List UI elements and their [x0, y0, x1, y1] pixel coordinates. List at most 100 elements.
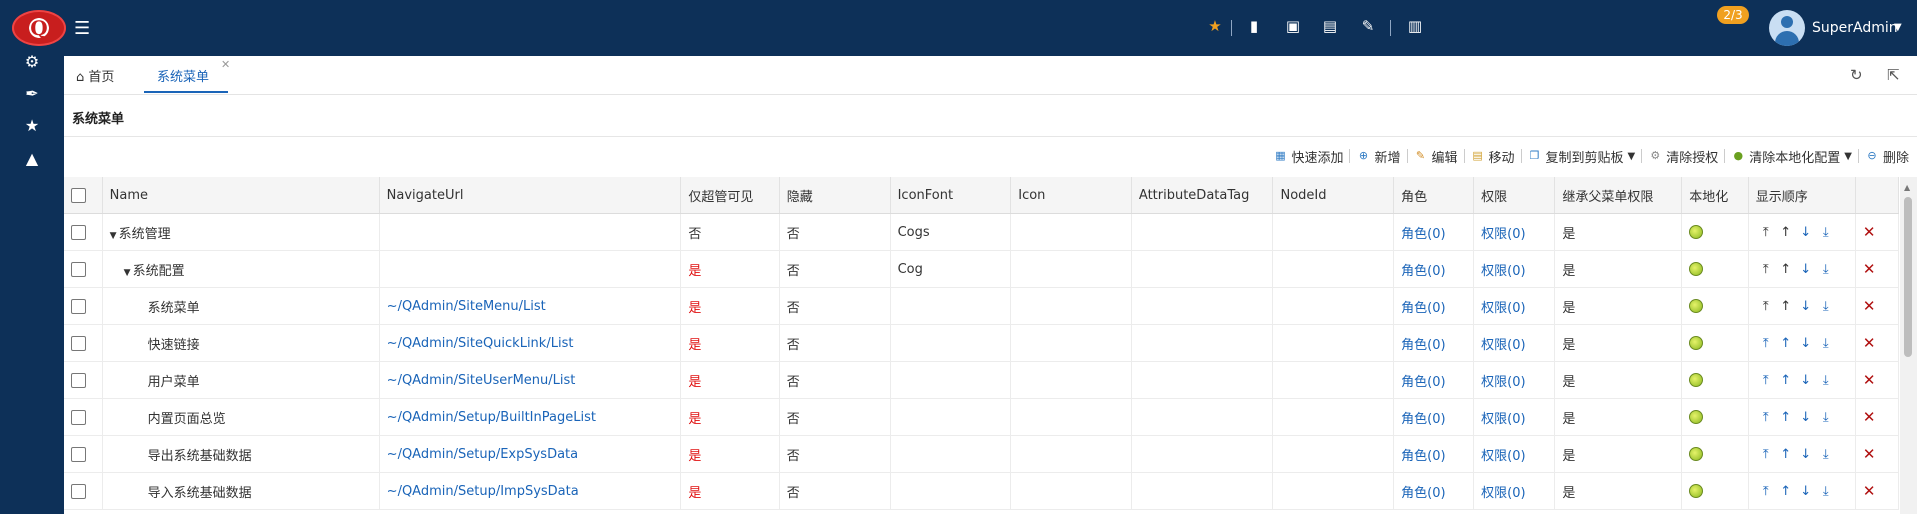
bar-chart-icon[interactable]: ▮ — [1246, 18, 1262, 34]
external-link-icon[interactable]: ⇱ — [1887, 66, 1900, 84]
clear-auth-button[interactable]: ⚙ 清除授权 — [1648, 147, 1718, 166]
role-link[interactable]: 角色(0) — [1401, 375, 1445, 390]
localization-icon[interactable] — [1689, 373, 1704, 387]
move-up-icon[interactable]: ↑ — [1776, 410, 1796, 425]
localization-icon[interactable] — [1689, 336, 1704, 350]
move-top-icon[interactable]: ⤒ — [1756, 484, 1776, 499]
delete-row-icon[interactable]: ✕ — [1863, 297, 1876, 315]
move-bottom-icon[interactable]: ⤓ — [1816, 262, 1836, 277]
navigate-url-link[interactable]: ~/QAdmin/Setup/BuiltInPageList — [387, 410, 596, 425]
column-header[interactable]: 继承父菜单权限 — [1554, 177, 1683, 214]
chevron-down-icon[interactable]: ▼ — [1894, 22, 1902, 33]
permission-link[interactable]: 权限(0) — [1481, 449, 1525, 464]
move-bottom-icon[interactable]: ⤓ — [1816, 410, 1836, 425]
move-down-icon[interactable]: ↓ — [1796, 299, 1816, 314]
cogs-icon[interactable]: ⚙ — [22, 52, 42, 72]
move-top-icon[interactable]: ⤒ — [1756, 373, 1776, 388]
navigate-url-link[interactable]: ~/QAdmin/Setup/ExpSysData — [387, 447, 578, 462]
move-bottom-icon[interactable]: ⤓ — [1816, 484, 1836, 499]
add-button[interactable]: ⊕ 新增 — [1356, 147, 1401, 166]
star-icon[interactable]: ★ — [22, 116, 42, 136]
edit-note-icon[interactable]: ✎ — [1360, 18, 1376, 34]
role-link[interactable]: 角色(0) — [1401, 301, 1445, 316]
localization-icon[interactable] — [1689, 225, 1704, 239]
move-bottom-icon[interactable]: ⤓ — [1816, 336, 1836, 351]
column-header[interactable]: 权限 — [1473, 177, 1556, 214]
localization-icon[interactable] — [1689, 410, 1704, 424]
move-top-icon[interactable]: ⤒ — [1756, 410, 1776, 425]
card-icon[interactable]: ▤ — [1322, 18, 1338, 34]
role-link[interactable]: 角色(0) — [1401, 449, 1445, 464]
role-link[interactable]: 角色(0) — [1401, 264, 1445, 279]
localization-icon[interactable] — [1689, 262, 1704, 276]
move-bottom-icon[interactable]: ⤓ — [1816, 225, 1836, 240]
move-up-icon[interactable]: ↑ — [1776, 484, 1796, 499]
permission-link[interactable]: 权限(0) — [1481, 486, 1525, 501]
windows-icon[interactable]: ▣ — [1285, 18, 1301, 34]
tree-expand-icon[interactable]: ▼ — [110, 231, 117, 241]
tab-home[interactable]: ⌂ 首页 — [76, 66, 114, 85]
column-header[interactable]: 隐藏 — [779, 177, 891, 214]
move-up-icon[interactable]: ↑ — [1776, 373, 1796, 388]
permission-link[interactable]: 权限(0) — [1481, 264, 1525, 279]
column-header[interactable]: IconFont — [890, 177, 1012, 214]
table-row[interactable]: ▼ 系统管理否否 Cogs 角色(0) 权限(0) 是 ⤒ ↑ ↓ ⤓ ✕ — [64, 213, 1900, 251]
move-down-icon[interactable]: ↓ — [1796, 447, 1816, 462]
localization-icon[interactable] — [1689, 484, 1704, 498]
localization-icon[interactable] — [1689, 447, 1704, 461]
column-header[interactable]: NodeId — [1272, 177, 1395, 214]
warning-icon[interactable]: ▲ — [22, 149, 42, 169]
row-checkbox[interactable] — [71, 298, 86, 314]
navigate-url-link[interactable]: ~/QAdmin/SiteMenu/List — [387, 299, 546, 314]
column-header[interactable]: 本地化 — [1681, 177, 1749, 214]
row-checkbox[interactable] — [71, 409, 86, 425]
delete-row-icon[interactable]: ✕ — [1863, 408, 1876, 426]
row-checkbox[interactable] — [71, 483, 86, 499]
move-up-icon[interactable]: ↑ — [1776, 447, 1796, 462]
tray-icon[interactable]: ▥ — [1407, 18, 1423, 34]
table-row[interactable]: ▼ 系统配置 是 否 Cog 角色(0) 权限(0) 是 ⤒ ↑ ↓ ⤓ ✕ — [64, 250, 1900, 288]
table-row[interactable]: 导入系统基础数据 ~/QAdmin/Setup/ImpSysData 是 否 角色(0)… — [64, 472, 1900, 510]
move-top-icon[interactable]: ⤒ — [1756, 262, 1776, 277]
move-bottom-icon[interactable]: ⤓ — [1816, 299, 1836, 314]
permission-link[interactable]: 权限(0) — [1481, 375, 1525, 390]
role-link[interactable]: 角色(0) — [1401, 412, 1445, 427]
refresh-icon[interactable]: ↻ — [1850, 66, 1863, 84]
role-link[interactable]: 角色(0) — [1401, 486, 1445, 501]
quick-add-button[interactable]: ▦ 快速添加 — [1273, 147, 1343, 166]
role-link[interactable]: 角色(0) — [1401, 227, 1445, 242]
medal-icon[interactable]: ★ — [1207, 18, 1223, 34]
row-checkbox[interactable] — [71, 224, 86, 240]
column-header[interactable]: Name — [102, 177, 380, 214]
column-header[interactable]: 角色 — [1393, 177, 1475, 214]
select-all-checkbox[interactable] — [71, 187, 86, 203]
move-down-icon[interactable]: ↓ — [1796, 373, 1816, 388]
clear-local-config-button[interactable]: ● 清除本地化配置 ▼ — [1731, 147, 1852, 166]
delete-row-icon[interactable]: ✕ — [1863, 445, 1876, 463]
wrench-icon[interactable]: ✒ — [22, 84, 42, 104]
move-top-icon[interactable]: ⤒ — [1756, 299, 1776, 314]
delete-row-icon[interactable]: ✕ — [1863, 223, 1876, 241]
edit-button[interactable]: ✎ 编辑 — [1414, 147, 1458, 166]
row-checkbox[interactable] — [71, 261, 86, 277]
move-up-icon[interactable]: ↑ — [1776, 262, 1796, 277]
move-down-icon[interactable]: ↓ — [1796, 410, 1816, 425]
table-row[interactable]: 系统菜单 ~/QAdmin/SiteMenu/List 是 否 角色(0) 权限(0) 是 ⤒… — [64, 287, 1900, 325]
permission-link[interactable]: 权限(0) — [1481, 412, 1525, 427]
table-row[interactable]: 快速链接 ~/QAdmin/SiteQuickLink/List 是 否 角色(0) 权限… — [64, 324, 1900, 362]
permission-link[interactable]: 权限(0) — [1481, 227, 1525, 242]
move-top-icon[interactable]: ⤒ — [1756, 336, 1776, 351]
close-icon[interactable]: ✕ — [221, 58, 230, 71]
column-header[interactable]: Icon — [1010, 177, 1132, 214]
menu-toggle-icon[interactable]: ☰ — [74, 18, 90, 39]
delete-row-icon[interactable]: ✕ — [1863, 482, 1876, 500]
tab-system-menu[interactable]: 系统菜单 — [157, 66, 209, 85]
move-up-icon[interactable]: ↑ — [1776, 225, 1796, 240]
tree-expand-icon[interactable]: ▼ — [124, 268, 131, 278]
permission-link[interactable]: 权限(0) — [1481, 338, 1525, 353]
move-down-icon[interactable]: ↓ — [1796, 484, 1816, 499]
move-bottom-icon[interactable]: ⤓ — [1816, 373, 1836, 388]
navigate-url-link[interactable]: ~/QAdmin/Setup/ImpSysData — [387, 484, 579, 499]
delete-button[interactable]: ⊖ 删除 — [1865, 147, 1909, 166]
table-row[interactable]: 导出系统基础数据 ~/QAdmin/Setup/ExpSysData 是 否 角色(0)… — [64, 435, 1900, 473]
